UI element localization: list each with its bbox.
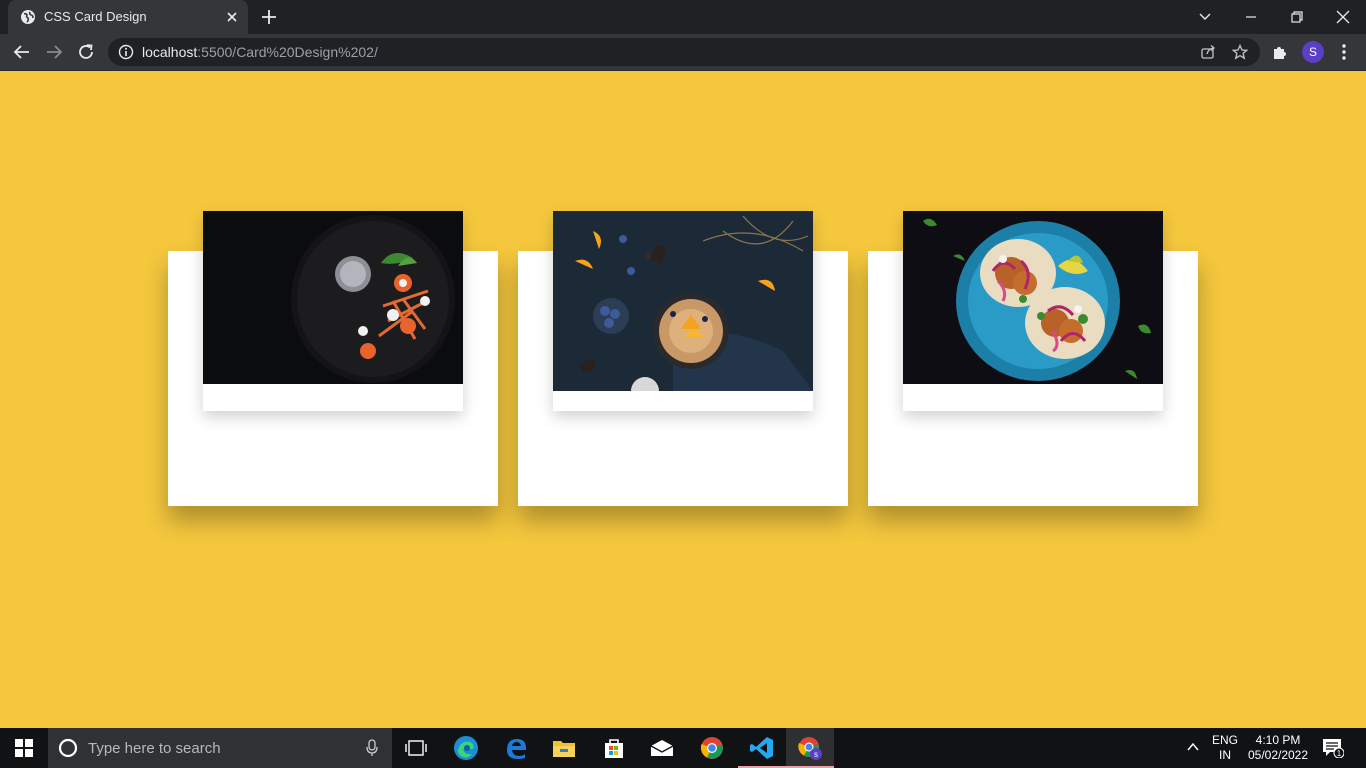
address-bar[interactable]: localhost:5500/Card%20Design%202/ [108, 38, 1260, 66]
close-tab-icon[interactable] [224, 9, 240, 25]
tab-title: CSS Card Design [44, 9, 147, 24]
tab-strip: CSS Card Design [0, 0, 1366, 34]
notification-icon: 1 [1323, 739, 1345, 759]
pancake-skillet-image [553, 211, 813, 391]
folder-icon [553, 741, 575, 757]
mail-icon [650, 740, 674, 756]
clock-time: 4:10 PM [1255, 733, 1301, 747]
taskbar: Type here to search s ENG IN 4:10 PM 05/… [0, 728, 1366, 768]
restore-button[interactable] [1274, 0, 1320, 34]
share-icon[interactable] [1200, 44, 1216, 60]
extensions-button[interactable] [1270, 42, 1290, 62]
url-path: :5500/Card%20Design%202/ [197, 44, 378, 60]
search-placeholder: Type here to search [88, 740, 221, 757]
edge-legacy-icon [507, 739, 526, 759]
windows-logo-icon [15, 739, 33, 757]
info-icon[interactable] [118, 44, 134, 60]
reload-icon [79, 44, 93, 59]
browser-tab[interactable]: CSS Card Design [8, 0, 248, 34]
tacos-plate-image [903, 211, 1163, 384]
menu-button[interactable] [1334, 42, 1354, 62]
card-image-box [903, 211, 1163, 411]
vscode-icon [750, 737, 773, 759]
more-vertical-icon [1342, 44, 1346, 60]
close-icon [1336, 10, 1350, 24]
arrow-right-icon [47, 45, 63, 59]
card-image-box [203, 211, 463, 411]
clock-date: 05/02/2022 [1247, 748, 1309, 762]
forward-button[interactable] [42, 40, 66, 64]
chevron-up-icon[interactable] [1186, 740, 1200, 754]
card-image-box [553, 211, 813, 411]
notification-count: 1 [1337, 749, 1342, 758]
new-tab-icon[interactable] [260, 8, 278, 26]
restore-icon [1291, 11, 1303, 23]
star-icon[interactable] [1232, 44, 1248, 60]
page-content [0, 71, 1366, 728]
task-view-icon [405, 740, 427, 756]
close-window-button[interactable] [1320, 0, 1366, 34]
region-code: IN [1219, 748, 1231, 762]
minimize-icon [1246, 16, 1256, 18]
chevron-down-icon [1199, 13, 1211, 20]
notification-center-button[interactable]: 1 [1322, 738, 1345, 763]
arrow-left-icon [13, 45, 29, 59]
chrome-icon [700, 737, 723, 759]
chrome-profile-app[interactable]: s [786, 728, 834, 768]
store-app[interactable] [590, 728, 638, 768]
reload-button[interactable] [74, 40, 98, 64]
edge-app[interactable] [442, 728, 490, 768]
edge-icon [454, 736, 478, 760]
chrome-app[interactable] [688, 728, 736, 768]
minimize-button[interactable] [1228, 0, 1274, 34]
chrome-profile-icon: s [798, 737, 822, 760]
dessert-plate-image [203, 211, 463, 384]
system-clock[interactable]: 4:10 PM 05/02/2022 [1246, 733, 1310, 763]
browser-toolbar: localhost:5500/Card%20Design%202/ S [0, 34, 1366, 71]
start-button[interactable] [0, 728, 48, 768]
taskbar-search[interactable]: Type here to search [48, 728, 392, 768]
globe-icon [21, 10, 35, 24]
svg-text:s: s [814, 750, 818, 759]
file-explorer-app[interactable] [540, 728, 588, 768]
back-button[interactable] [10, 40, 34, 64]
url-text: localhost:5500/Card%20Design%202/ [142, 44, 378, 60]
task-view-button[interactable] [392, 728, 440, 768]
url-host: localhost [142, 44, 198, 60]
profile-avatar[interactable]: S [1302, 41, 1324, 63]
input-language[interactable]: ENG IN [1212, 733, 1238, 763]
mail-app[interactable] [638, 728, 686, 768]
cortana-circle-icon [58, 738, 78, 758]
edge-legacy-app[interactable] [492, 728, 540, 768]
vscode-app[interactable] [738, 728, 786, 768]
microphone-icon[interactable] [366, 739, 378, 757]
tab-search-button[interactable] [1182, 0, 1228, 34]
language-code: ENG [1212, 733, 1239, 747]
puzzle-icon [1274, 47, 1286, 59]
store-bag-icon [605, 739, 623, 758]
